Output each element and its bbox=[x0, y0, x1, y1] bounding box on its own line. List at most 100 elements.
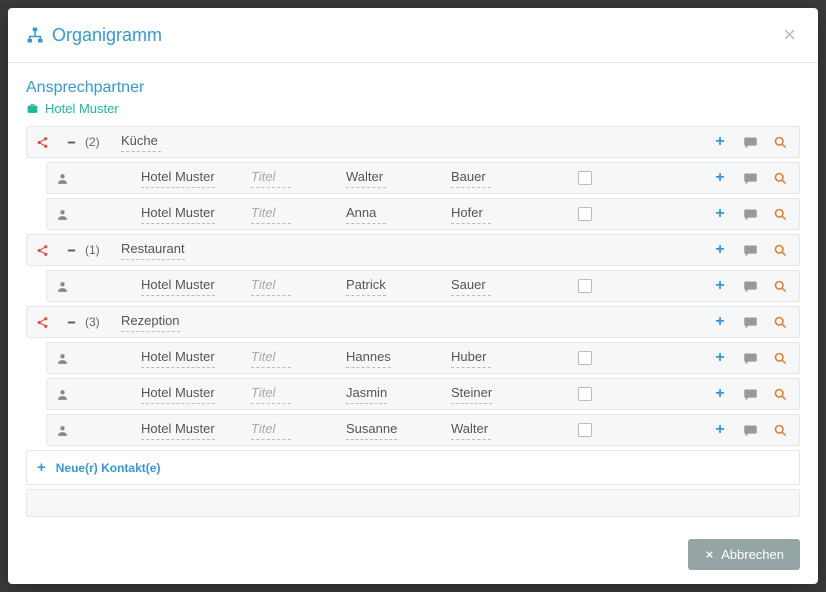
user-icon[interactable] bbox=[47, 352, 77, 365]
search-button[interactable] bbox=[769, 239, 791, 261]
sitemap-icon bbox=[26, 26, 44, 44]
comment-button[interactable] bbox=[739, 347, 761, 369]
comment-button[interactable] bbox=[739, 311, 761, 333]
add-button[interactable]: + bbox=[709, 419, 731, 441]
hotel-cell[interactable]: Hotel Muster bbox=[135, 168, 245, 187]
row-actions: + bbox=[709, 167, 799, 189]
row-checkbox[interactable] bbox=[578, 387, 592, 401]
comment-button[interactable] bbox=[739, 275, 761, 297]
comment-button[interactable] bbox=[739, 383, 761, 405]
title-cell[interactable]: Titel bbox=[245, 348, 340, 367]
row-actions: + bbox=[709, 383, 799, 405]
title-cell[interactable]: Titel bbox=[245, 384, 340, 403]
cancel-button[interactable]: Abbrechen bbox=[688, 539, 800, 570]
modal-title-text: Organigramm bbox=[52, 25, 162, 46]
search-button[interactable] bbox=[769, 203, 791, 225]
share-icon[interactable] bbox=[27, 136, 57, 149]
hotel-cell[interactable]: Hotel Muster bbox=[135, 348, 245, 367]
subtitle-text: Hotel Muster bbox=[45, 101, 119, 116]
share-icon[interactable] bbox=[27, 244, 57, 257]
close-button[interactable]: × bbox=[779, 22, 800, 48]
comment-button[interactable] bbox=[739, 131, 761, 153]
title-cell[interactable]: Titel bbox=[245, 204, 340, 223]
user-icon[interactable] bbox=[47, 280, 77, 293]
search-button[interactable] bbox=[769, 131, 791, 153]
group-name-cell[interactable]: Küche bbox=[115, 132, 415, 151]
firstname-cell[interactable]: Susanne bbox=[340, 420, 445, 439]
row-checkbox[interactable] bbox=[578, 351, 592, 365]
add-button[interactable]: + bbox=[709, 203, 731, 225]
row-actions: + bbox=[709, 239, 799, 261]
grid-footer-spacer bbox=[26, 489, 800, 517]
comment-button[interactable] bbox=[739, 167, 761, 189]
share-icon[interactable] bbox=[27, 316, 57, 329]
collapse-toggle[interactable] bbox=[57, 137, 85, 148]
add-button[interactable]: + bbox=[709, 131, 731, 153]
search-button[interactable] bbox=[769, 419, 791, 441]
subtitle-row: Hotel Muster bbox=[26, 101, 800, 116]
group-row: (1)Restaurant+ bbox=[26, 234, 800, 266]
row-actions: + bbox=[709, 203, 799, 225]
user-icon[interactable] bbox=[47, 208, 77, 221]
new-contact-label: Neue(r) Kontakt(e) bbox=[56, 461, 161, 475]
lastname-cell[interactable]: Huber bbox=[445, 348, 560, 367]
lastname-cell[interactable]: Bauer bbox=[445, 168, 560, 187]
comment-button[interactable] bbox=[739, 419, 761, 441]
hotel-cell[interactable]: Hotel Muster bbox=[135, 276, 245, 295]
row-checkbox[interactable] bbox=[578, 279, 592, 293]
comment-button[interactable] bbox=[739, 203, 761, 225]
user-icon[interactable] bbox=[47, 388, 77, 401]
contact-grid: (2)Küche+Hotel MusterTitelWalterBauer+Ho… bbox=[26, 126, 800, 446]
add-button[interactable]: + bbox=[709, 239, 731, 261]
add-button[interactable]: + bbox=[709, 275, 731, 297]
group-name: Restaurant bbox=[121, 240, 185, 259]
add-button[interactable]: + bbox=[709, 311, 731, 333]
comment-button[interactable] bbox=[739, 239, 761, 261]
hotel-cell[interactable]: Hotel Muster bbox=[135, 384, 245, 403]
search-button[interactable] bbox=[769, 311, 791, 333]
hotel-cell[interactable]: Hotel Muster bbox=[135, 204, 245, 223]
search-button[interactable] bbox=[769, 167, 791, 189]
lastname-cell[interactable]: Steiner bbox=[445, 384, 560, 403]
row-checkbox[interactable] bbox=[578, 171, 592, 185]
collapse-toggle[interactable] bbox=[57, 245, 85, 256]
checkbox-cell bbox=[560, 279, 610, 293]
title-cell[interactable]: Titel bbox=[245, 276, 340, 295]
add-button[interactable]: + bbox=[709, 167, 731, 189]
group-count: (2) bbox=[85, 135, 115, 149]
title-cell[interactable]: Titel bbox=[245, 420, 340, 439]
lastname-cell[interactable]: Walter bbox=[445, 420, 560, 439]
checkbox-cell bbox=[560, 423, 610, 437]
title-cell[interactable]: Titel bbox=[245, 168, 340, 187]
row-checkbox[interactable] bbox=[578, 207, 592, 221]
new-contact-row[interactable]: + Neue(r) Kontakt(e) bbox=[26, 450, 800, 485]
collapse-toggle[interactable] bbox=[57, 317, 85, 328]
user-icon[interactable] bbox=[47, 424, 77, 437]
search-button[interactable] bbox=[769, 347, 791, 369]
firstname-cell[interactable]: Anna bbox=[340, 204, 445, 223]
add-button[interactable]: + bbox=[709, 383, 731, 405]
contact-row: Hotel MusterTitelSusanneWalter + bbox=[46, 414, 800, 446]
user-icon[interactable] bbox=[47, 172, 77, 185]
group-name-cell[interactable]: Rezeption bbox=[115, 312, 415, 331]
firstname-cell[interactable]: Walter bbox=[340, 168, 445, 187]
firstname-cell[interactable]: Patrick bbox=[340, 276, 445, 295]
plus-icon: + bbox=[37, 459, 46, 476]
modal-organigramm: Organigramm × Ansprechpartner Hotel Must… bbox=[8, 8, 818, 584]
checkbox-cell bbox=[560, 387, 610, 401]
contact-row: Hotel MusterTitelHannesHuber + bbox=[46, 342, 800, 374]
hotel-cell[interactable]: Hotel Muster bbox=[135, 420, 245, 439]
contact-row: Hotel MusterTitelWalterBauer + bbox=[46, 162, 800, 194]
lastname-cell[interactable]: Sauer bbox=[445, 276, 560, 295]
lastname-cell[interactable]: Hofer bbox=[445, 204, 560, 223]
group-name-cell[interactable]: Restaurant bbox=[115, 240, 415, 259]
search-button[interactable] bbox=[769, 275, 791, 297]
section-title: Ansprechpartner bbox=[26, 79, 800, 97]
search-button[interactable] bbox=[769, 383, 791, 405]
add-button[interactable]: + bbox=[709, 347, 731, 369]
close-icon bbox=[704, 549, 715, 560]
row-checkbox[interactable] bbox=[578, 423, 592, 437]
group-name: Rezeption bbox=[121, 312, 180, 331]
firstname-cell[interactable]: Jasmin bbox=[340, 384, 445, 403]
firstname-cell[interactable]: Hannes bbox=[340, 348, 445, 367]
